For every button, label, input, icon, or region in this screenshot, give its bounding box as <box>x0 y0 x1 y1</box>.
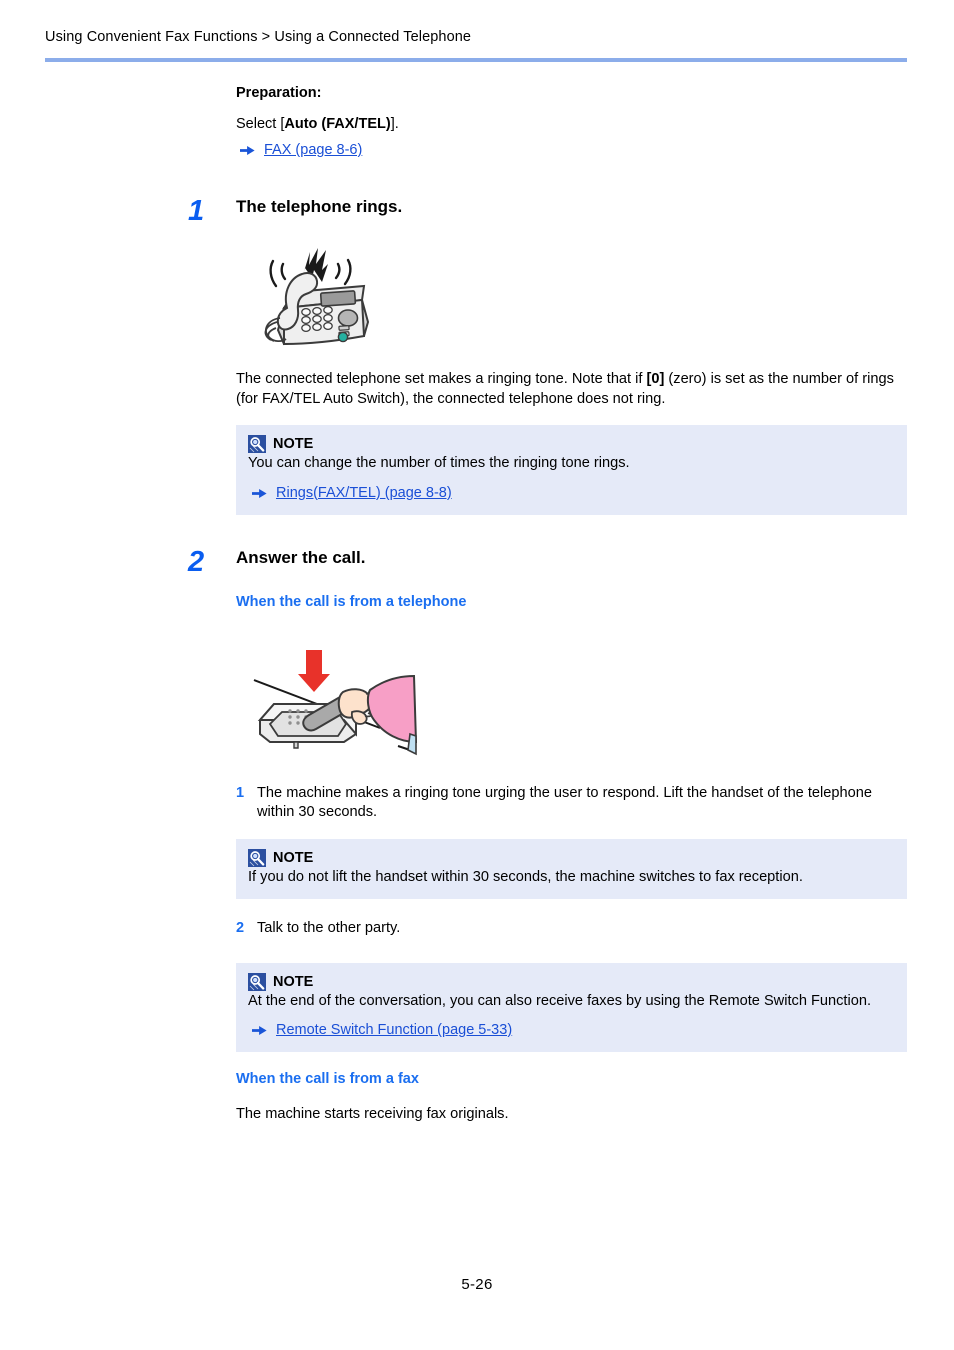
note-box-2-label: NOTE <box>273 849 314 866</box>
step-2-number: 2 <box>188 545 204 578</box>
step-1-paragraph-bold: [0] <box>646 371 665 387</box>
header-divider <box>45 58 907 62</box>
note-box-1-label: NOTE <box>273 436 314 452</box>
lift-handset-illustration <box>248 642 907 762</box>
preparation-instruction-suffix: ]. <box>390 116 399 132</box>
page-header: Using Convenient Fax Functions > Using a… <box>45 28 907 46</box>
preparation-link[interactable]: FAX (page 8-6) <box>264 141 362 160</box>
arrow-right-icon <box>252 488 267 499</box>
note-icon <box>248 848 266 867</box>
note-icon <box>248 435 266 453</box>
step-2-body: Answer the call. When the call is from a… <box>236 547 907 1125</box>
substep-1: 1 The machine makes a ringing tone urgin… <box>236 784 907 823</box>
ringing-telephone-illustration <box>250 234 907 356</box>
preparation-block: Preparation: Select [Auto (FAX/TEL)]. FA… <box>236 84 907 160</box>
note-box-3-link[interactable]: Remote Switch Function (page 5-33) <box>276 1021 512 1040</box>
breadcrumb: Using Convenient Fax Functions > Using a… <box>45 29 472 45</box>
note-box-3-crossreference[interactable]: Remote Switch Function (page 5-33) <box>252 1021 895 1040</box>
preparation-instruction-prefix: Select [ <box>236 116 285 132</box>
document-page: Using Convenient Fax Functions > Using a… <box>0 0 954 1350</box>
step-1-paragraph: The connected telephone set makes a ring… <box>236 370 907 409</box>
step-1-title: The telephone rings. <box>236 197 403 216</box>
note-box-3-text: At the end of the conversation, you can … <box>248 992 872 1009</box>
sub-heading-from-telephone: When the call is from a telephone <box>236 593 467 610</box>
preparation-instruction: Select [Auto (FAX/TEL)]. <box>236 115 907 134</box>
note-icon <box>248 972 266 991</box>
step-1: 1 The telephone rings. The connected tel… <box>188 196 907 515</box>
substep-2-number: 2 <box>236 920 245 936</box>
substep-2: 2 Talk to the other party. <box>236 919 907 939</box>
note-box-2: NOTE If you do not lift the handset with… <box>236 838 907 899</box>
note-box-1-crossreference[interactable]: Rings(FAX/TEL) (page 8-8) <box>252 484 895 503</box>
note-box-3-header: NOTE <box>248 972 895 991</box>
note-box-1-link[interactable]: Rings(FAX/TEL) (page 8-8) <box>276 484 452 503</box>
preparation-instruction-bold: Auto (FAX/TEL) <box>284 116 391 132</box>
page-number: 5-26 <box>461 1276 493 1293</box>
page-content: Preparation: Select [Auto (FAX/TEL)]. FA… <box>188 84 907 1125</box>
step-1-body: The telephone rings. The connected telep… <box>236 196 907 515</box>
arrow-right-icon <box>240 145 255 156</box>
page-footer: 5-26 <box>0 1276 954 1294</box>
note-box-2-header: NOTE <box>248 848 895 867</box>
arrow-right-icon <box>252 1025 267 1036</box>
sub-heading-from-fax: When the call is from a fax <box>236 1071 419 1087</box>
step-1-number: 1 <box>188 195 204 227</box>
note-box-2-text: If you do not lift the handset within 30… <box>248 868 803 885</box>
substep-1-number: 1 <box>236 784 245 801</box>
substep-1-text: The machine makes a ringing tone urging … <box>257 784 872 821</box>
note-box-1-header: NOTE <box>248 435 895 453</box>
fax-reception-text: The machine starts receiving fax origina… <box>236 1106 509 1122</box>
note-box-3-label: NOTE <box>273 973 314 990</box>
step-2: 2 Answer the call. When the call is from… <box>188 547 907 1125</box>
step-1-paragraph-part1: The connected telephone set makes a ring… <box>236 371 647 387</box>
step-2-title: Answer the call. <box>236 547 366 567</box>
substep-2-text: Talk to the other party. <box>257 920 401 936</box>
preparation-title: Preparation: <box>236 85 322 101</box>
note-box-3: NOTE At the end of the conversation, you… <box>236 962 907 1052</box>
note-box-1: NOTE You can change the number of times … <box>236 425 907 515</box>
note-box-1-text: You can change the number of times the r… <box>248 455 630 471</box>
preparation-crossreference[interactable]: FAX (page 8-6) <box>240 141 907 160</box>
